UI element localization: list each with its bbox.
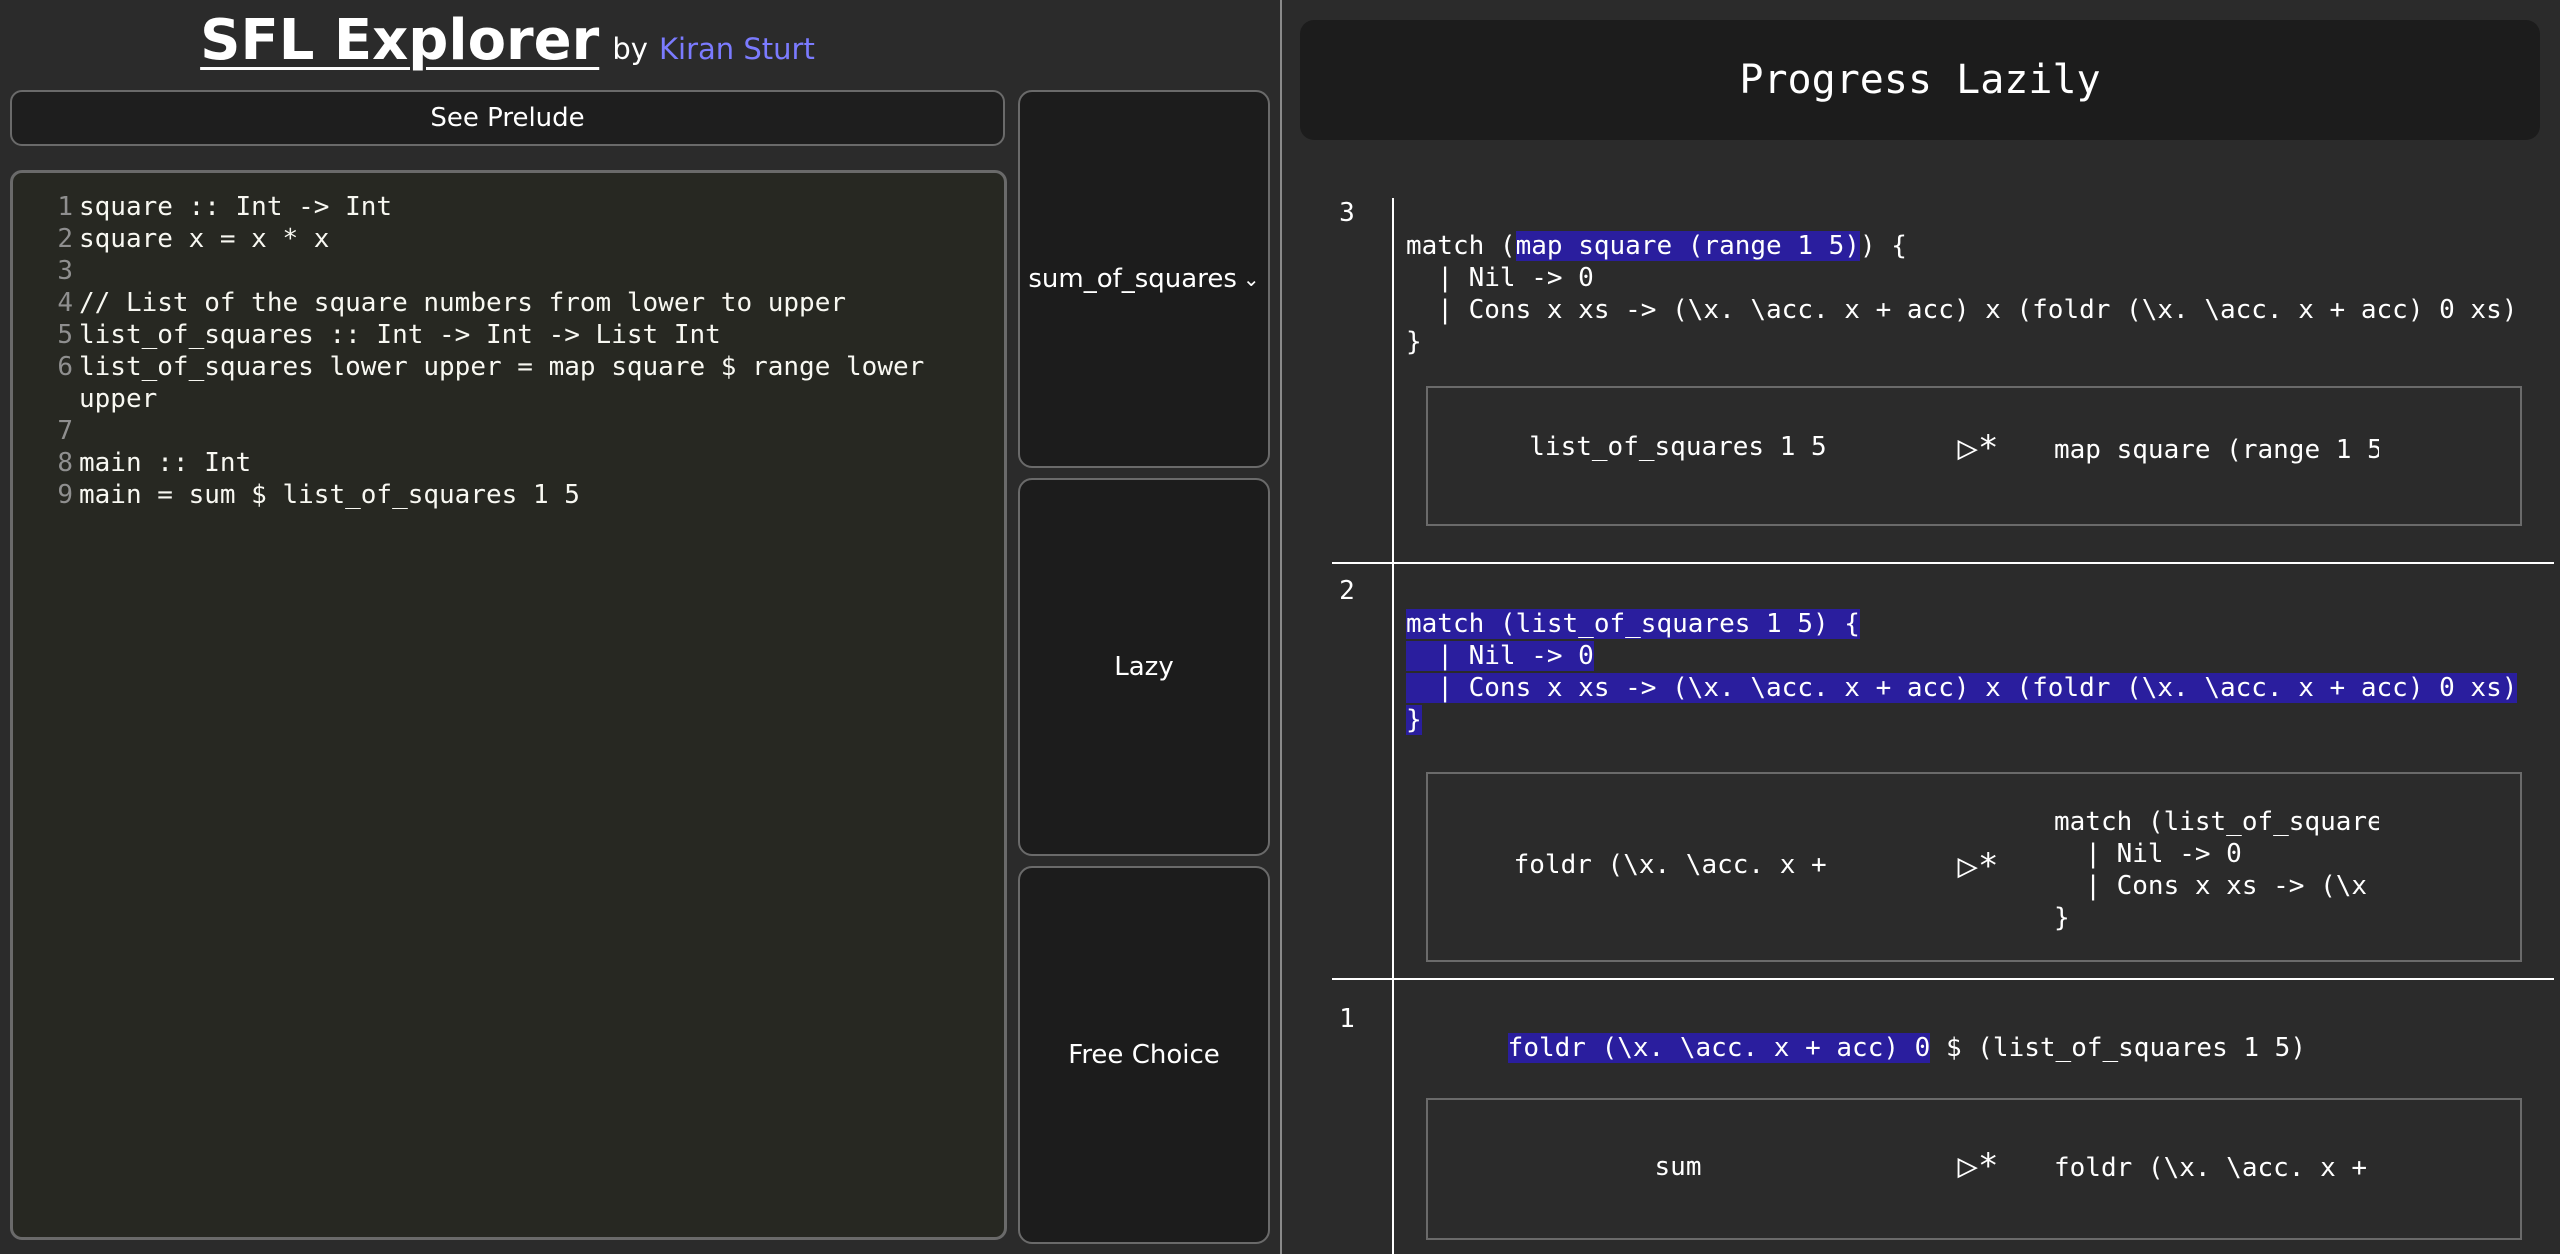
redex-highlight[interactable]: | Cons x xs -> (\x. \acc. x + acc) x (fo…	[1406, 673, 2518, 703]
rewrite-rule-box: sum ▷* foldr (\x. \acc. x +	[1426, 1098, 2522, 1240]
step-expression[interactable]: match (map square (range 1 5)) { | Nil -…	[1406, 230, 2554, 358]
rule-rhs-line: }	[2054, 903, 2070, 933]
evaluation-steps: 3 match (map square (range 1 5)) { | Nil …	[1332, 198, 2554, 1254]
code-text: list_of_squares :: Int -> Int -> List In…	[79, 320, 721, 350]
progress-lazily-button[interactable]: Progress Lazily	[1300, 20, 2540, 140]
code-line: 3	[13, 255, 1004, 287]
line-number: 2	[57, 224, 73, 254]
rule-rhs-line: map square (range 1 5)	[2054, 435, 2379, 465]
code-text: square :: Int -> Int	[79, 192, 393, 222]
rule-rhs-line: foldr (\x. \acc. x +	[2054, 1153, 2379, 1183]
expression-line: }	[1406, 704, 2554, 736]
app-title[interactable]: SFL Explorer	[200, 8, 599, 73]
redex-highlight[interactable]: map square (range 1 5)	[1515, 231, 1860, 261]
free-choice-button[interactable]: Free Choice	[1018, 866, 1270, 1244]
expression-line: match (map square (range 1 5)) {	[1406, 230, 2554, 262]
line-number: 7	[57, 416, 73, 446]
expression-line: | Cons x xs -> (\x. \acc. x + acc) x (fo…	[1406, 294, 2554, 326]
code-line: 1 square :: Int -> Int	[13, 191, 1004, 223]
code-text: main :: Int	[79, 448, 252, 478]
function-select-value: sum_of_squares	[1028, 264, 1237, 294]
expression-line: match (list_of_squares 1 5) {	[1406, 608, 2554, 640]
step-expression[interactable]: foldr (\x. \acc. x + acc) 0 $ (list_of_s…	[1406, 1032, 2306, 1064]
chevron-down-icon: ⌄	[1242, 267, 1260, 291]
code-line: 6 list_of_squares lower upper = map squar…	[13, 351, 1004, 415]
code-text: // List of the square numbers from lower…	[79, 288, 847, 318]
rule-rhs: match (list_of_squares | Nil -> 0 | Cons…	[2054, 806, 2379, 934]
expression-text: | Nil -> 0	[1406, 263, 1594, 293]
reduces-to-arrow: ▷*	[1957, 1146, 1999, 1186]
redex-highlight[interactable]: foldr (\x. \acc. x + acc) 0	[1507, 1033, 1931, 1063]
step-number: 3	[1339, 198, 1355, 228]
see-prelude-button[interactable]: See Prelude	[10, 90, 1005, 146]
step-number: 2	[1339, 576, 1355, 606]
redex-highlight[interactable]: }	[1406, 705, 1422, 735]
app-header: SFL Explorer by Kiran Sturt	[0, 8, 1015, 73]
line-number: 6	[57, 352, 73, 382]
rule-rhs-line: | Nil -> 0	[2054, 839, 2242, 869]
code-line: 4// List of the square numbers from lowe…	[13, 287, 1004, 319]
rule-lhs: sum	[1654, 1152, 1702, 1182]
rewrite-rule-box: foldr (\x. \acc. x + ▷* match (list_of_sq…	[1426, 772, 2522, 962]
step-separator	[1332, 978, 2554, 980]
line-number: 9	[57, 480, 73, 510]
reduces-to-arrow: ▷*	[1957, 846, 1999, 886]
code-line: 7	[13, 415, 1004, 447]
line-number: 3	[57, 256, 73, 286]
expression-text: match (	[1406, 231, 1516, 261]
rule-rhs: foldr (\x. \acc. x +	[2054, 1152, 2379, 1184]
code-text: square x = x * x	[79, 224, 330, 254]
function-select[interactable]: sum_of_squares ⌄	[1018, 90, 1270, 468]
step-expression[interactable]: match (list_of_squares 1 5) { | Nil -> 0…	[1406, 608, 2554, 736]
redex-highlight[interactable]: | Nil -> 0	[1406, 641, 1594, 671]
line-number: 1	[57, 192, 73, 222]
expression-text: $ (list_of_squares 1 5)	[1930, 1033, 2306, 1063]
code-text: main = sum $ list_of_squares 1 5	[79, 480, 580, 510]
code-line: 9 main = sum $ list_of_squares 1 5	[13, 479, 1004, 511]
rule-lhs: list_of_squares 1 5	[1529, 432, 1827, 462]
code-line: 8 main :: Int	[13, 447, 1004, 479]
author-link[interactable]: Kiran Sturt	[659, 32, 815, 66]
evaluation-mode-button[interactable]: Lazy	[1018, 478, 1270, 856]
line-number: 8	[57, 448, 73, 478]
rule-rhs-line: match (list_of_squares	[2054, 807, 2379, 837]
code-line: 5 list_of_squares :: Int -> Int -> List I…	[13, 319, 1004, 351]
rule-rhs-line: | Cons x xs -> (\x	[2054, 871, 2368, 901]
code-line: 2 square x = x * x	[13, 223, 1004, 255]
expression-text: | Cons x xs -> (\x. \acc. x + acc) x (fo…	[1406, 295, 2518, 325]
code-lines: 1 square :: Int -> Int 2 square x = x * x34…	[13, 191, 1004, 511]
expression-line: foldr (\x. \acc. x + acc) 0 $ (list_of_s…	[1406, 1032, 2306, 1064]
expression-text: }	[1406, 327, 1422, 357]
expression-line: | Nil -> 0	[1406, 640, 2554, 672]
expression-line: }	[1406, 326, 2554, 358]
rule-lhs: foldr (\x. \acc. x +	[1513, 850, 1843, 880]
rule-rhs: map square (range 1 5)	[2054, 434, 2379, 466]
expression-line: | Cons x xs -> (\x. \acc. x + acc) x (fo…	[1406, 672, 2554, 704]
redex-highlight[interactable]: match (list_of_squares 1 5) {	[1406, 609, 1860, 639]
editor-panel: SFL Explorer by Kiran Sturt See Prelude …	[0, 0, 1280, 1254]
line-number: 5	[57, 320, 73, 350]
step-separator	[1332, 562, 2554, 564]
evaluation-panel: Progress Lazily 3 match (map square (rang…	[1282, 0, 2560, 1254]
expression-text: ) {	[1859, 231, 1907, 261]
step-number-divider	[1392, 198, 1394, 1254]
step-number: 1	[1339, 1004, 1355, 1034]
reduces-to-arrow: ▷*	[1957, 428, 1999, 468]
line-number: 4	[57, 288, 73, 318]
rewrite-rule-box: list_of_squares 1 5 ▷* map square (range 1…	[1426, 386, 2522, 526]
code-text: list_of_squares lower upper = map square…	[79, 352, 940, 414]
by-label: by	[612, 32, 648, 66]
code-editor[interactable]: 1 square :: Int -> Int 2 square x = x * x34…	[10, 170, 1007, 1240]
expression-line: | Nil -> 0	[1406, 262, 2554, 294]
